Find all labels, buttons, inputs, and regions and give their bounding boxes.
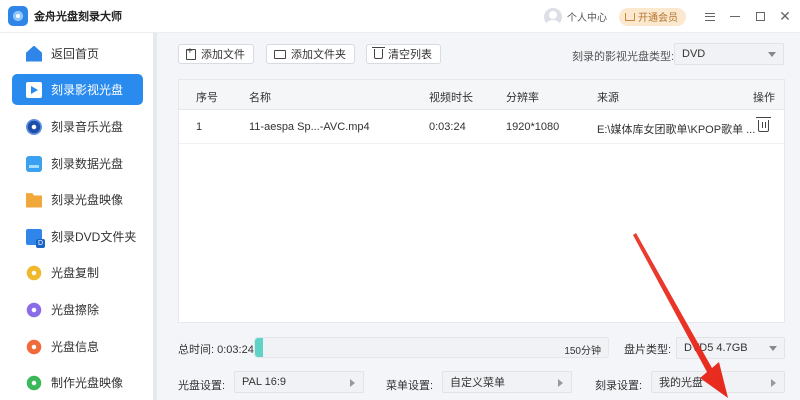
burn-setting-value: 我的光盘 bbox=[659, 377, 703, 389]
sidebar-item-label: 光盘信息 bbox=[51, 340, 100, 354]
cell-source: E:\媒体库女团歌单\KPOP歌单 ... bbox=[597, 124, 756, 136]
disc-spec-label: 盘片类型: bbox=[624, 344, 672, 356]
cell-index: 1 bbox=[196, 121, 203, 133]
menu-setting-value: 自定义菜单 bbox=[450, 377, 505, 389]
app-logo-icon bbox=[8, 6, 28, 26]
cell-name: 11-aespa Sp...-AVC.mp4 bbox=[249, 121, 370, 133]
sidebar-item-label: 光盘复制 bbox=[51, 266, 100, 280]
user-center-link[interactable]: 个人中心 bbox=[567, 9, 607, 24]
column-header-source: 来源 bbox=[597, 92, 619, 104]
minimize-icon bbox=[730, 15, 740, 18]
column-header-index: 序号 bbox=[196, 92, 218, 104]
sidebar-item-burn-dvd-folder[interactable]: 刻录DVD文件夹 bbox=[12, 221, 143, 252]
chevron-right-icon bbox=[350, 379, 355, 387]
make-image-icon bbox=[26, 374, 42, 391]
sidebar-item-label: 返回首页 bbox=[51, 47, 100, 61]
sidebar-item-disc-info[interactable]: 光盘信息 bbox=[12, 331, 143, 362]
column-header-resolution: 分辨率 bbox=[506, 92, 539, 104]
maximize-button[interactable] bbox=[750, 7, 770, 27]
close-button[interactable]: ✕ bbox=[775, 7, 795, 27]
close-icon: ✕ bbox=[779, 8, 791, 24]
sidebar-item-label: 制作光盘映像 bbox=[51, 376, 124, 390]
app-title: 金舟光盘刻录大师 bbox=[34, 11, 122, 23]
disc-setting-value: PAL 16:9 bbox=[242, 376, 287, 388]
sidebar-item-home[interactable]: 返回首页 bbox=[12, 38, 143, 69]
home-icon bbox=[26, 45, 42, 62]
delete-icon[interactable] bbox=[756, 117, 771, 132]
video-disc-icon bbox=[26, 81, 42, 98]
column-header-actions: 操作 bbox=[753, 92, 775, 104]
disc-spec-select[interactable]: DVD5 4.7GB bbox=[676, 337, 785, 359]
disc-type-value: DVD bbox=[682, 48, 706, 60]
crown-icon bbox=[625, 12, 635, 21]
sidebar-item-burn-music[interactable]: 刻录音乐光盘 bbox=[12, 111, 143, 142]
disc-type-label: 刻录的影视光盘类型: bbox=[572, 51, 675, 63]
sidebar-item-label: 刻录音乐光盘 bbox=[51, 120, 124, 134]
clear-list-label: 清空列表 bbox=[388, 49, 432, 61]
sidebar-item-burn-image[interactable]: 刻录光盘映像 bbox=[12, 184, 143, 215]
burn-setting-select[interactable]: 我的光盘 bbox=[651, 371, 785, 393]
disc-image-icon bbox=[26, 193, 42, 208]
table-row[interactable]: 1 11-aespa Sp...-AVC.mp4 0:03:24 1920*10… bbox=[179, 111, 784, 144]
disc-info-icon bbox=[26, 338, 42, 355]
add-file-label: 添加文件 bbox=[201, 49, 245, 61]
trash-icon bbox=[372, 47, 385, 59]
menu-button[interactable] bbox=[700, 7, 720, 27]
add-folder-label: 添加文件夹 bbox=[291, 49, 346, 61]
sidebar-item-label: 刻录数据光盘 bbox=[51, 157, 124, 171]
chevron-down-icon bbox=[768, 52, 776, 57]
dvd-folder-icon bbox=[26, 228, 45, 248]
disc-setting-select[interactable]: PAL 16:9 bbox=[234, 371, 364, 393]
maximize-icon bbox=[755, 12, 765, 21]
add-file-button[interactable]: 添加文件 bbox=[178, 44, 254, 64]
sidebar-item-burn-data[interactable]: 刻录数据光盘 bbox=[12, 148, 143, 179]
chevron-down-icon bbox=[769, 346, 777, 351]
menu-setting-select[interactable]: 自定义菜单 bbox=[442, 371, 572, 393]
sidebar-item-burn-video[interactable]: 刻录影视光盘 bbox=[12, 74, 143, 105]
total-time-label: 总时间: 0:03:24 bbox=[178, 344, 254, 356]
avatar[interactable] bbox=[544, 7, 562, 26]
folder-icon bbox=[274, 49, 286, 59]
add-file-icon bbox=[186, 46, 196, 60]
disc-type-select[interactable]: DVD bbox=[674, 43, 784, 65]
data-disc-icon bbox=[26, 155, 42, 172]
sidebar: 返回首页 刻录影视光盘 刻录音乐光盘 刻录数据光盘 刻录光盘映像 刻录DVD文件… bbox=[0, 33, 157, 400]
disc-spec-value: DVD5 4.7GB bbox=[684, 342, 748, 354]
vip-button-label: 开通会员 bbox=[638, 13, 678, 24]
chevron-right-icon bbox=[558, 379, 563, 387]
sidebar-item-label: 刻录DVD文件夹 bbox=[51, 230, 137, 244]
sidebar-item-disc-erase[interactable]: 光盘擦除 bbox=[12, 294, 143, 325]
file-table: 序号 名称 视频时长 分辨率 来源 操作 1 11-aespa Sp...-AV… bbox=[178, 79, 785, 323]
table-header: 序号 名称 视频时长 分辨率 来源 操作 bbox=[179, 80, 784, 110]
column-header-name: 名称 bbox=[249, 92, 271, 104]
capacity-progress-bar: 150分钟 bbox=[254, 337, 609, 358]
chevron-right-icon bbox=[771, 379, 776, 387]
sidebar-item-label: 光盘擦除 bbox=[51, 303, 100, 317]
sidebar-item-make-image[interactable]: 制作光盘映像 bbox=[12, 367, 143, 398]
disc-erase-icon bbox=[26, 301, 42, 318]
vip-button[interactable]: 开通会员 bbox=[619, 7, 686, 26]
cell-duration: 0:03:24 bbox=[429, 121, 466, 133]
menu-icon bbox=[705, 12, 715, 21]
burn-setting-label: 刻录设置: bbox=[595, 380, 643, 392]
sidebar-item-label: 刻录光盘映像 bbox=[51, 193, 124, 207]
sidebar-item-disc-copy[interactable]: 光盘复制 bbox=[12, 257, 143, 288]
sidebar-item-label: 刻录影视光盘 bbox=[51, 83, 124, 97]
clear-list-button[interactable]: 清空列表 bbox=[366, 44, 441, 64]
sidebar-scrollbar[interactable] bbox=[153, 33, 157, 400]
capacity-progress-fill bbox=[255, 338, 263, 357]
column-header-duration: 视频时长 bbox=[429, 92, 473, 104]
capacity-label: 150分钟 bbox=[564, 346, 601, 357]
disc-setting-label: 光盘设置: bbox=[178, 380, 226, 392]
music-disc-icon bbox=[26, 118, 42, 135]
menu-setting-label: 菜单设置: bbox=[386, 380, 434, 392]
minimize-button[interactable] bbox=[725, 7, 745, 27]
disc-copy-icon bbox=[26, 264, 42, 281]
cell-resolution: 1920*1080 bbox=[506, 121, 560, 133]
title-bar: 金舟光盘刻录大师 个人中心 开通会员 ✕ bbox=[0, 0, 800, 33]
add-folder-button[interactable]: 添加文件夹 bbox=[266, 44, 355, 64]
